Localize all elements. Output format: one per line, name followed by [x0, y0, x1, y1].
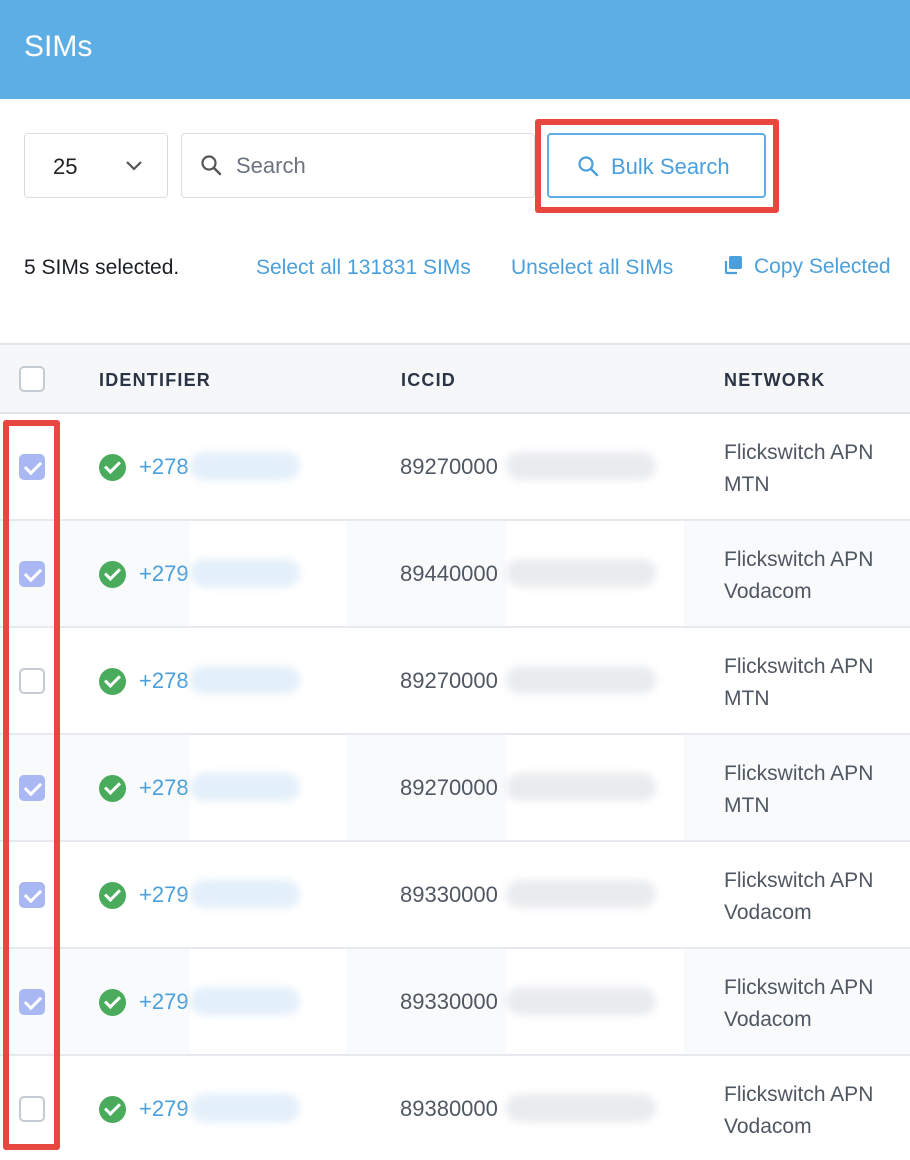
column-header-iccid[interactable]: ICCID	[401, 370, 456, 391]
search-icon	[201, 155, 222, 176]
redacted-iccid	[506, 735, 684, 840]
iccid-value: 89270000	[400, 454, 498, 479]
network-cell: Flickswitch APN MTN	[724, 437, 873, 501]
bulk-search-label: Bulk Search	[611, 154, 730, 179]
check-circle-icon	[99, 561, 126, 588]
copy-selected-label: Copy Selected	[754, 255, 891, 278]
identifier-link[interactable]: +279	[139, 882, 189, 908]
identifier-link[interactable]: +278	[139, 668, 189, 694]
column-header-identifier[interactable]: IDENTIFIER	[99, 370, 211, 391]
table-row[interactable]: +279 89440000 Flickswitch APN Vodacom	[0, 521, 910, 628]
network-operator: MTN	[724, 473, 770, 496]
check-circle-icon	[99, 989, 126, 1016]
network-name: Flickswitch APN	[724, 1083, 874, 1106]
network-cell: Flickswitch APN Vodacom	[724, 972, 873, 1036]
network-name: Flickswitch APN	[724, 762, 874, 785]
network-cell: Flickswitch APN Vodacom	[724, 544, 873, 608]
redacted-identifier	[190, 842, 346, 947]
select-all-link[interactable]: Select all 131831 SIMs	[256, 256, 471, 286]
table-header: IDENTIFIER ICCID NETWORK	[0, 343, 910, 414]
unselect-all-link[interactable]: Unselect all SIMs	[511, 256, 673, 286]
iccid-value: 89330000	[400, 989, 498, 1014]
table-row[interactable]: +278 89270000 Flickswitch APN MTN	[0, 735, 910, 842]
network-name: Flickswitch APN	[724, 441, 874, 464]
network-cell: Flickswitch APN Vodacom	[724, 1079, 873, 1143]
copy-selected-link[interactable]: Copy Selected	[722, 254, 891, 284]
network-operator: Vodacom	[724, 901, 812, 924]
redacted-iccid	[506, 842, 684, 947]
identifier-link[interactable]: +279	[139, 989, 189, 1015]
app-header: SIMs	[0, 0, 910, 99]
check-circle-icon	[99, 775, 126, 802]
redacted-identifier	[190, 414, 346, 519]
network-cell: Flickswitch APN Vodacom	[724, 865, 873, 929]
identifier-link[interactable]: +279	[139, 561, 189, 587]
select-all-checkbox[interactable]	[19, 366, 45, 392]
identifier-link[interactable]: +278	[139, 775, 189, 801]
network-name: Flickswitch APN	[724, 548, 874, 571]
search-icon	[578, 156, 599, 177]
checkbox-column-highlight	[3, 420, 60, 1150]
table-row[interactable]: +278 89270000 Flickswitch APN MTN	[0, 628, 910, 735]
column-header-network[interactable]: NETWORK	[724, 370, 825, 391]
network-cell: Flickswitch APN MTN	[724, 758, 873, 822]
table-row[interactable]: +279 89330000 Flickswitch APN Vodacom	[0, 842, 910, 949]
redacted-identifier	[190, 628, 346, 733]
table-row[interactable]: +278 89270000 Flickswitch APN MTN	[0, 414, 910, 521]
network-operator: Vodacom	[724, 1008, 812, 1031]
table-row[interactable]: +279 89380000 Flickswitch APN Vodacom	[0, 1056, 910, 1160]
redacted-identifier	[190, 521, 346, 626]
network-name: Flickswitch APN	[724, 976, 874, 999]
iccid-value: 89330000	[400, 882, 498, 907]
table-row[interactable]: +279 89330000 Flickswitch APN Vodacom	[0, 949, 910, 1056]
check-circle-icon	[99, 668, 126, 695]
iccid-value: 89270000	[400, 668, 498, 693]
per-page-value: 25	[53, 154, 78, 179]
copy-icon	[724, 256, 742, 275]
iccid-value: 89270000	[400, 775, 498, 800]
redacted-iccid	[506, 628, 684, 733]
identifier-link[interactable]: +279	[139, 1096, 189, 1122]
per-page-select[interactable]: 25	[24, 133, 168, 198]
identifier-link[interactable]: +278	[139, 454, 189, 480]
search-input[interactable]	[236, 148, 516, 184]
redacted-iccid	[506, 949, 684, 1054]
network-cell: Flickswitch APN MTN	[724, 651, 873, 715]
network-operator: MTN	[724, 794, 770, 817]
page-title: SIMs	[24, 30, 93, 63]
redacted-identifier	[190, 735, 346, 840]
check-circle-icon	[99, 1096, 126, 1123]
selection-count: 5 SIMs selected.	[24, 256, 180, 279]
check-circle-icon	[99, 882, 126, 909]
bulk-search-button[interactable]: Bulk Search	[547, 133, 766, 198]
redacted-iccid	[506, 521, 684, 626]
network-operator: Vodacom	[724, 580, 812, 603]
chevron-down-icon	[126, 161, 142, 171]
redacted-identifier	[190, 1056, 346, 1160]
iccid-value: 89380000	[400, 1096, 498, 1121]
iccid-value: 89440000	[400, 561, 498, 586]
search-box[interactable]	[181, 133, 535, 198]
network-operator: MTN	[724, 687, 770, 710]
network-name: Flickswitch APN	[724, 869, 874, 892]
redacted-iccid	[506, 1056, 684, 1160]
network-name: Flickswitch APN	[724, 655, 874, 678]
network-operator: Vodacom	[724, 1115, 812, 1138]
check-circle-icon	[99, 454, 126, 481]
redacted-iccid	[506, 414, 684, 519]
redacted-identifier	[190, 949, 346, 1054]
